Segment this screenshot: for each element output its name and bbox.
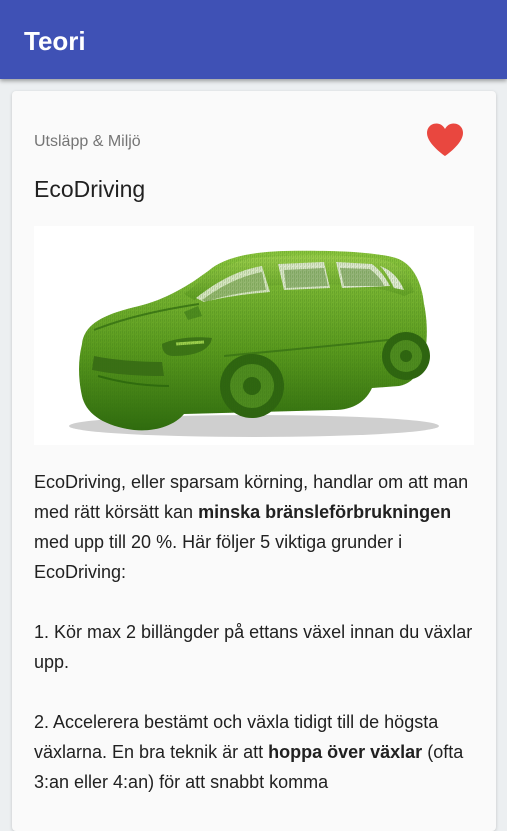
article-point-2: 2. Accelerera bestämt och växla tidigt t… bbox=[34, 712, 464, 792]
article-intro: EcoDriving, eller sparsam körning, handl… bbox=[34, 472, 469, 582]
article-card: Utsläpp & Miljö EcoDriving EcoDriving, e… bbox=[12, 91, 496, 831]
favorite-heart-icon[interactable] bbox=[425, 122, 465, 158]
highlight-text: minska bränsleförbrukningen bbox=[198, 502, 452, 522]
article-point-1: 1. Kör max 2 billängder på ettans växel … bbox=[34, 622, 473, 672]
app-bar-title: Teori bbox=[24, 26, 86, 56]
article-category: Utsläpp & Miljö bbox=[34, 133, 141, 150]
article-title: EcoDriving bbox=[34, 176, 146, 202]
highlight-text: hoppa över växlar bbox=[268, 742, 423, 762]
article-image bbox=[34, 226, 474, 445]
article-body: EcoDriving, eller sparsam körning, handl… bbox=[34, 467, 474, 827]
app-bar: Teori bbox=[0, 0, 507, 79]
